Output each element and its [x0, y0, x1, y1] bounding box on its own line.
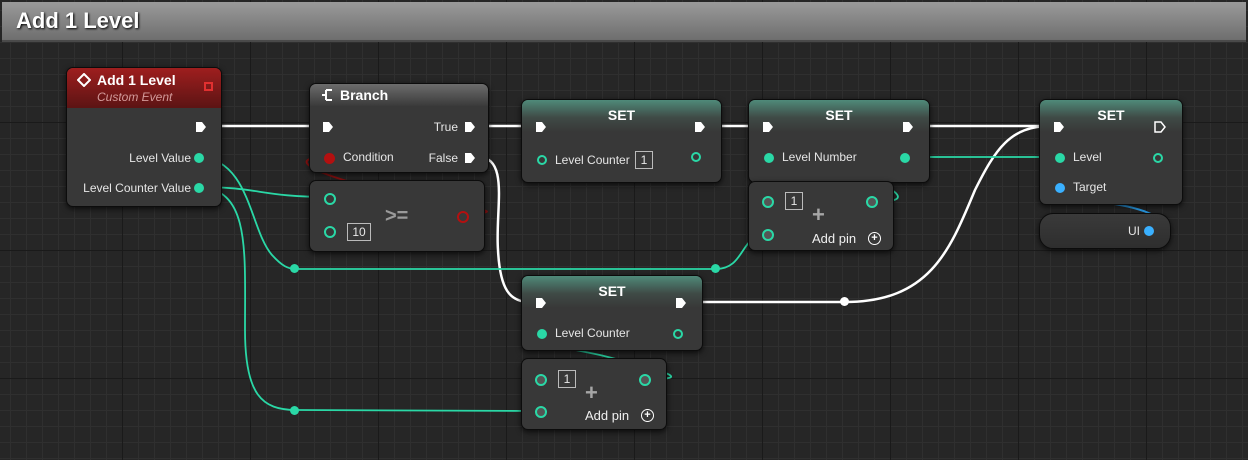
custom-event-node[interactable]: Add 1 Level Custom Event Level Value Lev…	[66, 67, 222, 207]
add-pin-button-label[interactable]: Add pin	[812, 231, 856, 246]
branch-title: Branch	[340, 87, 389, 103]
add-value-box[interactable]: 1	[785, 192, 803, 210]
reroute-node-2[interactable]	[711, 264, 720, 273]
event-exec-out-pin[interactable]	[195, 121, 207, 133]
set-exec-in-pin[interactable]	[535, 297, 547, 309]
ui-variable-getter[interactable]: UI	[1039, 213, 1171, 249]
add-plus-icon: +	[812, 202, 825, 227]
ui-getter-output-pin[interactable]	[1144, 226, 1154, 236]
add-node-top[interactable]: 1 + Add pin +	[748, 181, 894, 251]
branch-exec-in-pin[interactable]	[322, 121, 334, 133]
set-header: SET	[522, 100, 721, 132]
reroute-node-1[interactable]	[290, 264, 299, 273]
reroute-node-exec[interactable]	[840, 297, 849, 306]
add-output-pin[interactable]	[866, 196, 878, 208]
set-exec-in-pin[interactable]	[762, 121, 774, 133]
set-variable-label: Level Number	[782, 150, 857, 164]
set-variable-label: Level Counter	[555, 326, 630, 340]
branch-header: Branch	[310, 84, 488, 106]
set-exec-in-pin[interactable]	[1053, 121, 1065, 133]
set-level-counter-node-false[interactable]: SET Level Counter	[521, 275, 703, 351]
set-title: SET	[607, 107, 636, 123]
set-exec-out-pin[interactable]	[1154, 121, 1166, 133]
set-level-number-node[interactable]: SET Level Number	[748, 99, 930, 183]
set-exec-out-pin[interactable]	[694, 121, 706, 133]
custom-event-header: Add 1 Level Custom Event	[67, 68, 221, 108]
set-variable-label: Level Counter	[555, 153, 630, 167]
branch-false-label: False	[428, 151, 458, 165]
compare-value-box[interactable]: 10	[347, 223, 371, 241]
compare-input-pin-a[interactable]	[324, 193, 336, 205]
event-output-label-level-value: Level Value	[129, 151, 191, 165]
branch-true-pin[interactable]	[464, 121, 476, 133]
set-input-pin[interactable]	[764, 153, 774, 163]
set-exec-out-pin[interactable]	[902, 121, 914, 133]
branch-false-pin[interactable]	[464, 152, 476, 164]
set-exec-out-pin[interactable]	[675, 297, 687, 309]
add-value-box[interactable]: 1	[558, 370, 576, 388]
compare-operator: >=	[385, 205, 409, 227]
add-pin-plus-icon[interactable]: +	[641, 409, 654, 422]
branch-icon	[322, 89, 332, 101]
set-level-counter-node-true[interactable]: SET Level Counter 1	[521, 99, 722, 183]
set-output-pin[interactable]	[900, 153, 910, 163]
add-output-pin[interactable]	[639, 374, 651, 386]
set-input-pin[interactable]	[1055, 153, 1065, 163]
event-title: Add 1 Level	[97, 72, 176, 88]
branch-node[interactable]: Branch Condition True False	[309, 83, 489, 173]
event-output-pin-level-counter-value[interactable]	[194, 183, 204, 193]
set-output-pin[interactable]	[1153, 153, 1163, 163]
add-input-pin-b[interactable]	[535, 406, 547, 418]
add-pin-plus-icon[interactable]: +	[868, 232, 881, 245]
event-subtitle: Custom Event	[97, 90, 173, 104]
branch-true-label: True	[433, 120, 458, 134]
add-pin-button-label[interactable]: Add pin	[585, 408, 629, 423]
reroute-node-3[interactable]	[290, 406, 299, 415]
compare-input-pin-b[interactable]	[324, 226, 336, 238]
set-output-pin[interactable]	[691, 152, 701, 162]
event-output-pin-level-value[interactable]	[194, 153, 204, 163]
add-input-pin-a[interactable]	[762, 196, 774, 208]
set-level-widget-node[interactable]: SET Level Target	[1039, 99, 1183, 205]
compare-node[interactable]: 10 >=	[309, 180, 485, 252]
set-input-pin[interactable]	[537, 329, 547, 339]
add-node-bottom[interactable]: 1 + Add pin +	[521, 358, 667, 430]
add-plus-icon: +	[585, 380, 598, 405]
set-output-pin[interactable]	[673, 329, 683, 339]
set-exec-in-pin[interactable]	[535, 121, 547, 133]
set-variable-label: Level	[1073, 150, 1102, 164]
add-input-pin-a[interactable]	[535, 374, 547, 386]
event-diamond-icon	[77, 73, 91, 87]
set-value-box[interactable]: 1	[635, 151, 653, 169]
event-output-label-level-counter-value: Level Counter Value	[83, 181, 191, 195]
set-target-pin[interactable]	[1055, 183, 1065, 193]
ui-getter-label: UI	[1128, 224, 1140, 238]
event-delegate-pin[interactable]	[204, 82, 213, 91]
add-input-pin-b[interactable]	[762, 229, 774, 241]
set-target-label: Target	[1073, 180, 1107, 194]
set-input-pin[interactable]	[537, 155, 547, 165]
branch-condition-label: Condition	[343, 150, 394, 164]
branch-condition-pin[interactable]	[324, 153, 335, 164]
compare-output-pin[interactable]	[457, 211, 469, 223]
